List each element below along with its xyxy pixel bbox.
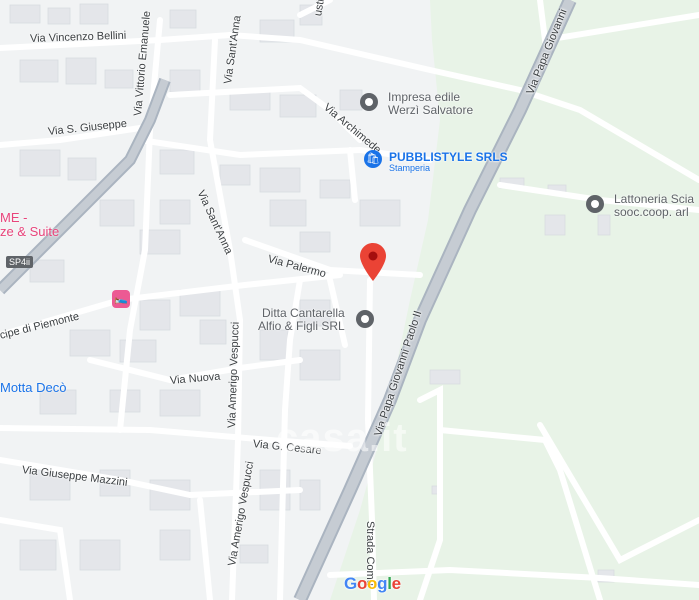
casa-it-watermark: casa.it <box>276 416 408 460</box>
location-marker-icon[interactable] <box>360 243 386 281</box>
google-logo-letter: e <box>391 574 401 593</box>
hotel-label-line-1[interactable]: ME - <box>0 210 27 225</box>
hotel-label-line-2[interactable]: ze & Suite <box>0 224 59 239</box>
impresa-label[interactable]: Impresa edile Werzì Salvatore <box>388 91 473 117</box>
shopping-bag-icon[interactable]: 🛍 <box>364 150 382 168</box>
motta-label[interactable]: Motta Decò <box>0 380 66 395</box>
google-logo-letter: o <box>356 574 368 593</box>
cantarella-label[interactable]: Ditta Cantarella Alfio & Figli SRL <box>258 307 345 333</box>
impresa-pin-icon[interactable] <box>360 93 378 111</box>
lattoneria-label[interactable]: Lattoneria Scia sooc.coop. arl <box>614 193 694 219</box>
route-badge: SP4ii <box>6 256 34 268</box>
google-logo: Google <box>344 574 401 594</box>
map-canvas[interactable]: Via Vincenzo Bellini Via Vittorio Emanue… <box>0 0 699 600</box>
pubblistyle-category: Stamperia <box>389 163 431 173</box>
google-logo-letter: G <box>344 574 357 593</box>
google-logo-letter: g <box>377 574 388 593</box>
cantarella-pin-icon[interactable] <box>356 310 374 328</box>
lattoneria-pin-icon[interactable] <box>586 195 604 213</box>
map-base-layer <box>0 0 699 600</box>
google-logo-letter: o <box>367 574 378 593</box>
hotel-bed-icon[interactable]: 🛌 <box>112 290 130 308</box>
